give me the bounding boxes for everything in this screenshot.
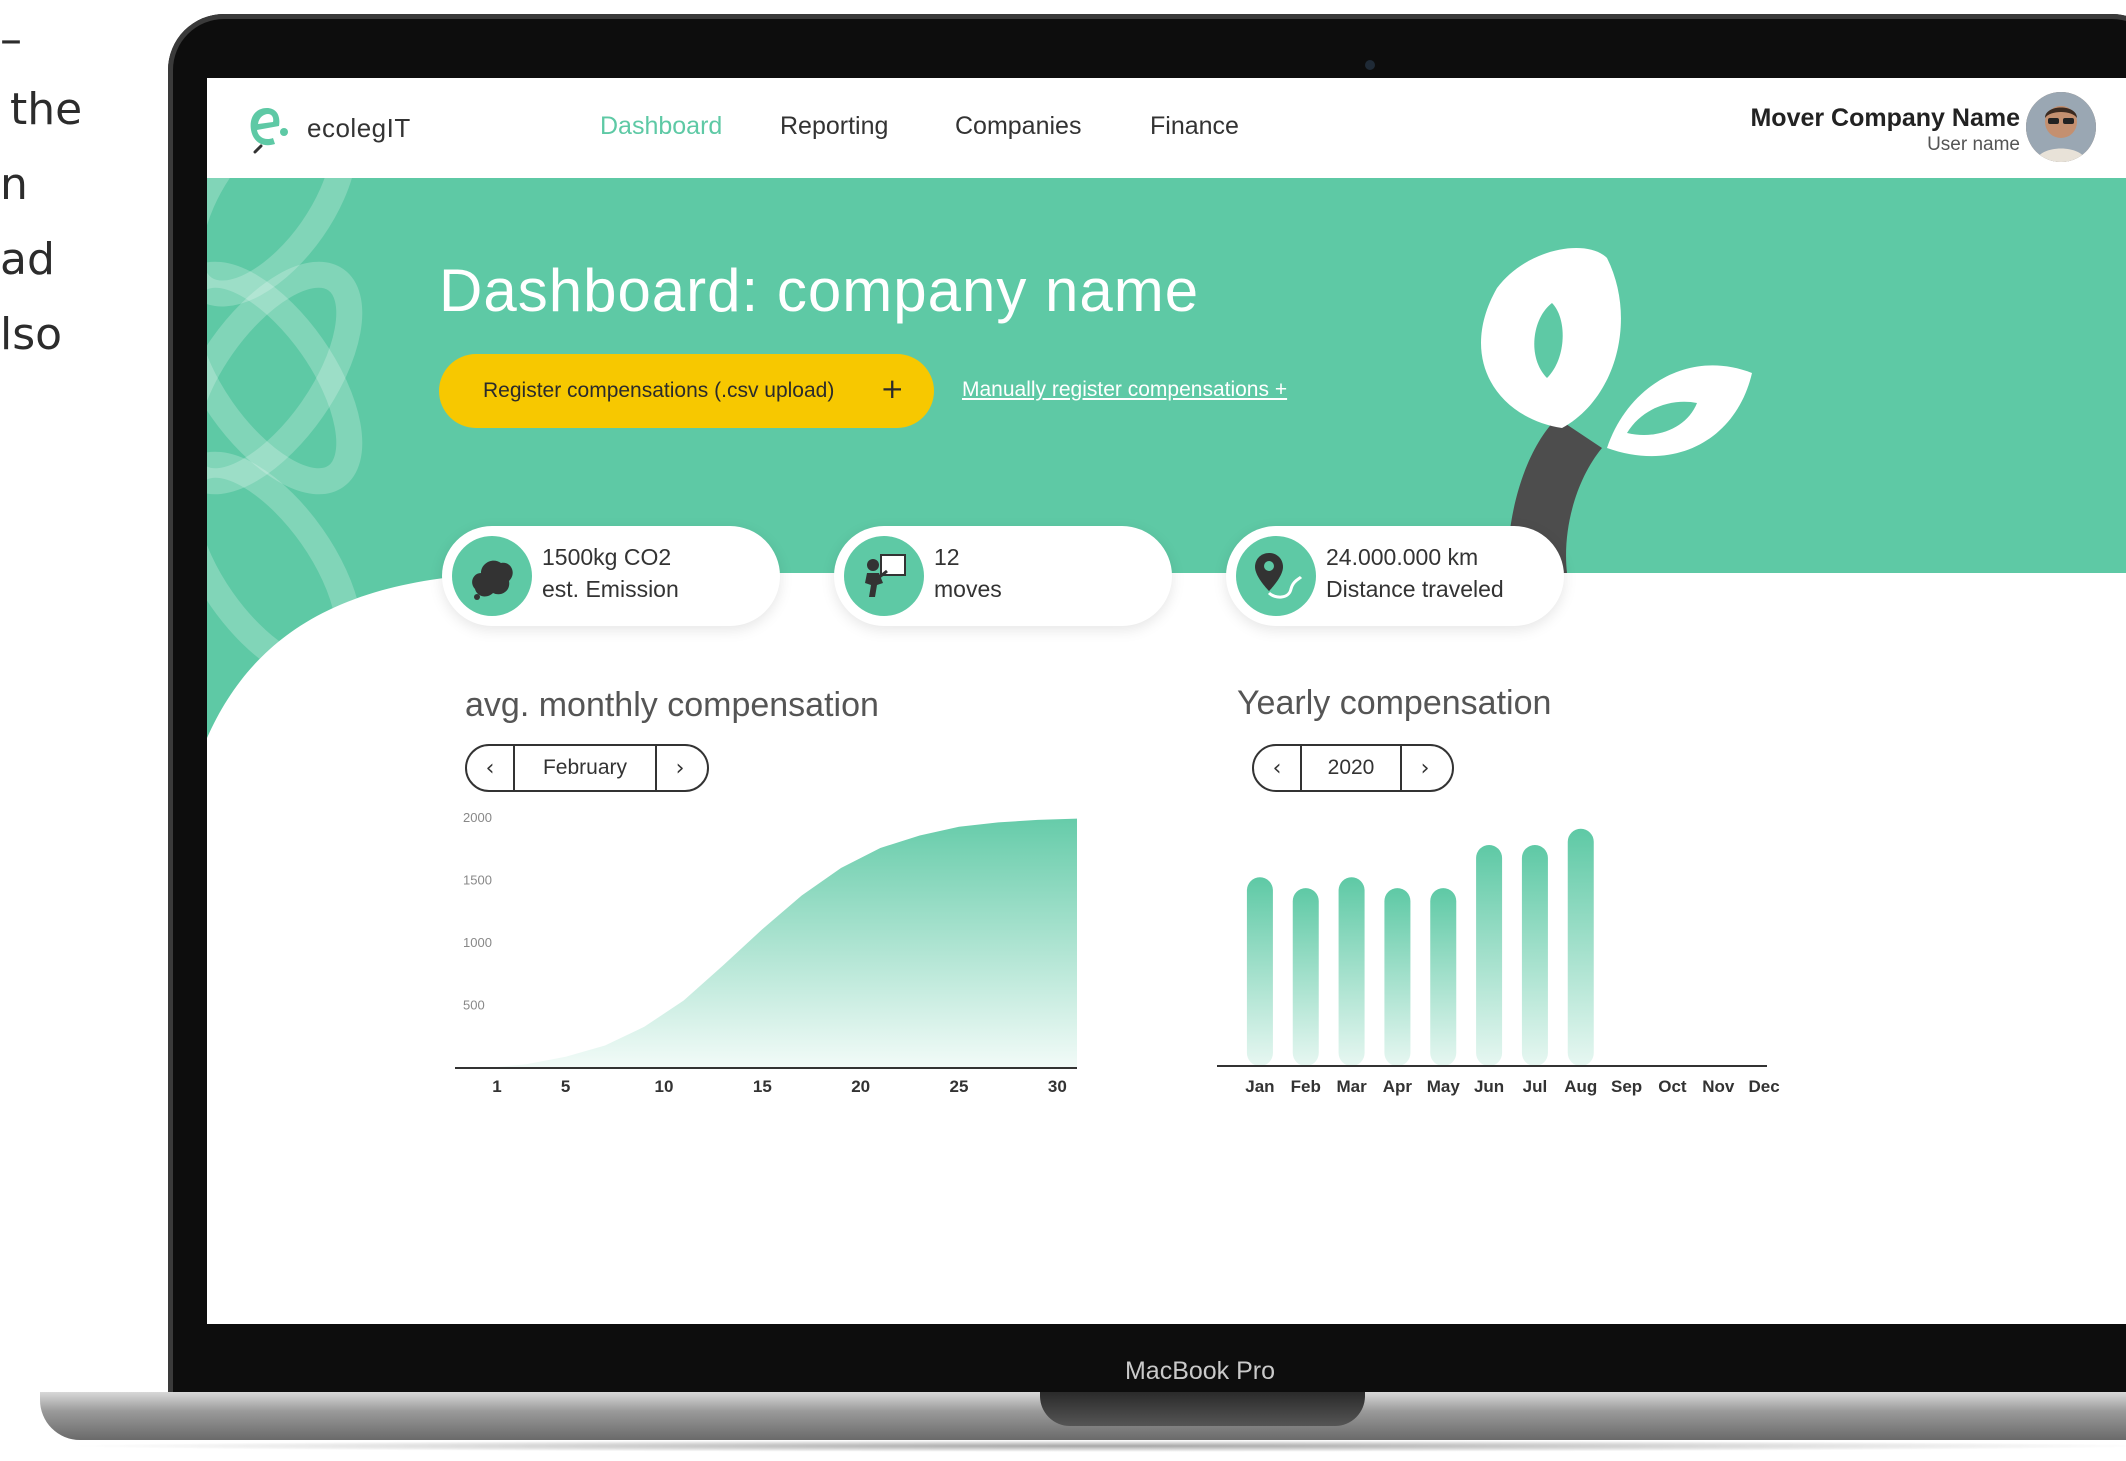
nav-link-dashboard[interactable]: Dashboard [600, 112, 722, 141]
route-pin-icon [1236, 536, 1316, 616]
x-tick-label: 5 [561, 1077, 570, 1096]
x-tick-label: 20 [851, 1077, 870, 1096]
csv-upload-label: Register compensations (.csv upload) [483, 379, 835, 402]
mover-box-icon [844, 536, 924, 616]
stat-label: moves [934, 576, 1002, 602]
x-tick-label: 10 [655, 1077, 674, 1096]
month-tick-label: Jul [1523, 1077, 1548, 1096]
yearly-bar-chart: Jan Feb Mar Apr May Jun Jul Aug Sep Oct Nov Dec [1217, 828, 1780, 1096]
camera-icon [1365, 60, 1375, 70]
dashboard-content: Dashboard: company name Register compens… [207, 178, 2126, 1324]
logo[interactable]: ecolegIT [245, 102, 411, 154]
company-name: Mover Company Name [1750, 104, 2020, 132]
y-tick-label: 1000 [463, 935, 492, 950]
side-text-line: – [0, 14, 22, 65]
x-tick-label: 15 [753, 1077, 772, 1096]
x-tick-label: 25 [950, 1077, 969, 1096]
stat-value: 12 [934, 544, 960, 570]
monthly-area-chart: 2000150010005001 5 10 15 20 25 30 [455, 810, 1077, 1096]
stat-card-distance: 24.000.000 km Distance traveled [1226, 526, 1564, 626]
month-selector-value[interactable]: February [513, 746, 657, 790]
month-tick-label: Sep [1611, 1077, 1642, 1096]
y-tick-label: 2000 [463, 810, 492, 825]
logo-text: ecolegIT [307, 112, 411, 143]
monthly-chart-title: avg. monthly compensation [465, 686, 879, 724]
month-selector: ‹ February › [465, 744, 709, 792]
area-series [487, 818, 1077, 1068]
csv-upload-button[interactable]: Register compensations (.csv upload) + [439, 354, 934, 428]
side-text-line: ad [0, 234, 55, 285]
month-tick-label: Dec [1748, 1077, 1779, 1096]
page-title: Dashboard: company name [439, 257, 1200, 324]
stat-card-moves: 12 moves [834, 526, 1172, 626]
month-tick-label: May [1427, 1077, 1461, 1096]
stat-label: est. Emission [542, 576, 679, 602]
stat-value: 1500kg CO2 [542, 544, 672, 570]
side-text-line: the [10, 84, 83, 135]
month-tick-label: Oct [1658, 1077, 1687, 1096]
avatar[interactable] [2026, 92, 2096, 162]
bar-may [1430, 888, 1457, 1066]
user-name: User name [1927, 134, 2020, 155]
y-tick-label: 1500 [463, 873, 492, 888]
user-menu[interactable]: Mover Company Name User name [1726, 90, 2126, 170]
manual-register-link[interactable]: Manually register compensations + [962, 378, 1287, 402]
side-text-line: n [0, 159, 28, 210]
x-tick-label: 30 [1048, 1077, 1067, 1096]
year-selector: ‹ 2020 › [1252, 744, 1454, 792]
plus-icon: + [880, 372, 904, 405]
laptop-notch [1040, 1392, 1365, 1426]
yearly-chart-title: Yearly compensation [1237, 684, 1552, 722]
month-tick-label: Jun [1474, 1077, 1504, 1096]
chevron-left-icon[interactable]: ‹ [467, 756, 513, 781]
bar-feb [1292, 888, 1319, 1066]
side-text-line: lso [0, 309, 63, 360]
nav-link-finance[interactable]: Finance [1150, 112, 1239, 141]
top-navigation: ecolegIT Dashboard Reporting Companies F… [207, 78, 2126, 178]
stat-card-emission: 1500kg CO2 est. Emission [442, 526, 780, 626]
nav-link-companies[interactable]: Companies [955, 112, 1081, 141]
stat-label: Distance traveled [1326, 576, 1504, 602]
month-tick-label: Feb [1291, 1077, 1321, 1096]
laptop-shadow [60, 1440, 2126, 1452]
x-tick-label: 1 [492, 1077, 501, 1096]
bar-jan [1246, 877, 1273, 1066]
smoke-cloud-icon [452, 536, 532, 616]
year-selector-value[interactable]: 2020 [1300, 746, 1402, 790]
month-tick-label: Nov [1702, 1077, 1735, 1096]
stat-value: 24.000.000 km [1326, 544, 1479, 570]
user-avatar-icon [2026, 92, 2096, 162]
chevron-left-icon[interactable]: ‹ [1254, 756, 1300, 781]
bar-jul [1521, 844, 1548, 1066]
bar-mar [1338, 877, 1365, 1066]
bar-jun [1476, 844, 1503, 1066]
device-label: MacBook Pro [1124, 1357, 1276, 1385]
app-screen: ecolegIT Dashboard Reporting Companies F… [207, 78, 2126, 1324]
y-tick-label: 500 [463, 998, 485, 1013]
ecolegit-logo-icon [250, 108, 288, 154]
bar-apr [1384, 888, 1411, 1066]
month-tick-label: Aug [1564, 1077, 1597, 1096]
month-tick-label: Jan [1245, 1077, 1274, 1096]
nav-link-reporting[interactable]: Reporting [780, 112, 888, 141]
bar-aug [1567, 828, 1594, 1066]
chevron-right-icon[interactable]: › [657, 756, 703, 781]
month-tick-label: Mar [1336, 1077, 1367, 1096]
chevron-right-icon[interactable]: › [1402, 756, 1448, 781]
month-tick-label: Apr [1383, 1077, 1413, 1096]
